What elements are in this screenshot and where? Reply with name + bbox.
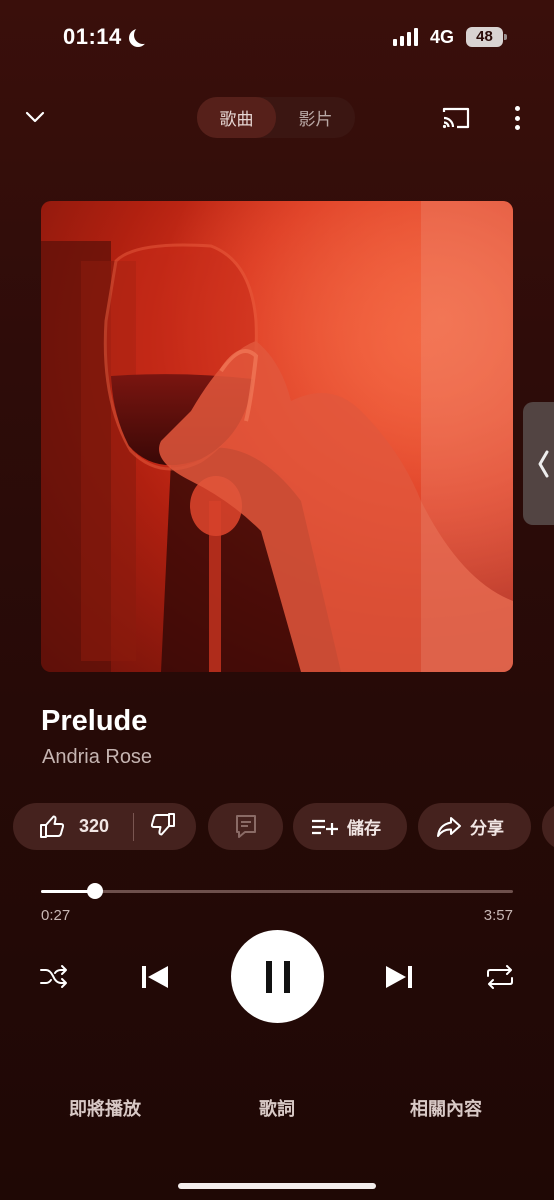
track-title: Prelude: [41, 705, 148, 737]
album-artwork: [41, 201, 513, 672]
clock-text: 01:14: [63, 24, 122, 49]
artwork-image: [41, 201, 513, 672]
thumbs-down-icon: [150, 813, 175, 836]
track-artist[interactable]: Andria Rose: [42, 746, 152, 769]
like-button[interactable]: 320: [13, 815, 133, 839]
progress-handle[interactable]: [86, 883, 103, 899]
side-panel-handle[interactable]: [523, 402, 554, 525]
chevron-down-icon[interactable]: [24, 106, 46, 128]
now-playing-screen: 01:14 4G 48 歌曲 影片 Prelude Andria Rose 32…: [0, 0, 554, 1200]
current-time: 0:27: [41, 907, 71, 924]
shuffle-button[interactable]: [38, 961, 70, 993]
thumbs-up-icon: [40, 815, 65, 838]
tab-up-next[interactable]: 即將播放: [69, 1095, 141, 1121]
previous-button[interactable]: [137, 959, 173, 995]
repeat-icon: [487, 965, 513, 989]
pause-icon: [265, 960, 290, 993]
like-count: 320: [79, 816, 110, 836]
segment-song[interactable]: 歌曲: [197, 97, 276, 138]
save-button[interactable]: 儲存: [293, 803, 407, 850]
skip-next-icon: [386, 966, 412, 988]
pause-button[interactable]: [231, 930, 324, 1023]
home-indicator[interactable]: [178, 1183, 376, 1189]
more-vertical-icon[interactable]: [506, 104, 528, 132]
skip-previous-icon: [142, 966, 168, 988]
segment-video[interactable]: 影片: [276, 97, 355, 138]
save-label: 儲存: [347, 819, 381, 838]
share-icon: [437, 816, 461, 837]
comment-icon: [235, 814, 256, 838]
status-bar: 01:14 4G 48: [0, 0, 554, 76]
battery-icon: 48: [466, 27, 507, 47]
battery-level: 48: [476, 28, 493, 45]
duration: 3:57: [483, 907, 513, 924]
action-chips: 320 儲存 分享: [13, 803, 554, 851]
shuffle-icon: [40, 965, 67, 988]
playlist-add-icon: [312, 819, 338, 835]
moon-icon: [134, 26, 152, 44]
next-button[interactable]: [381, 959, 417, 995]
progress-bar[interactable]: [41, 883, 513, 899]
dislike-button[interactable]: [134, 812, 176, 841]
repeat-button[interactable]: [484, 961, 516, 993]
cast-icon[interactable]: [441, 106, 471, 130]
cellular-signal-icon: [393, 28, 418, 46]
network-type: 4G: [430, 27, 455, 47]
status-time: 01:14: [63, 24, 146, 50]
more-actions-chip[interactable]: [542, 803, 554, 850]
share-label: 分享: [470, 819, 504, 838]
tab-related[interactable]: 相關內容: [410, 1095, 482, 1121]
chevron-left-icon: [538, 450, 549, 477]
bottom-tabs: 即將播放 歌詞 相關內容: [0, 1095, 554, 1125]
share-button[interactable]: 分享: [418, 803, 531, 850]
tab-lyrics[interactable]: 歌詞: [259, 1095, 295, 1121]
song-video-toggle: 歌曲 影片: [197, 97, 355, 138]
like-dislike-chip: 320: [13, 803, 196, 850]
comment-button[interactable]: [208, 803, 283, 850]
